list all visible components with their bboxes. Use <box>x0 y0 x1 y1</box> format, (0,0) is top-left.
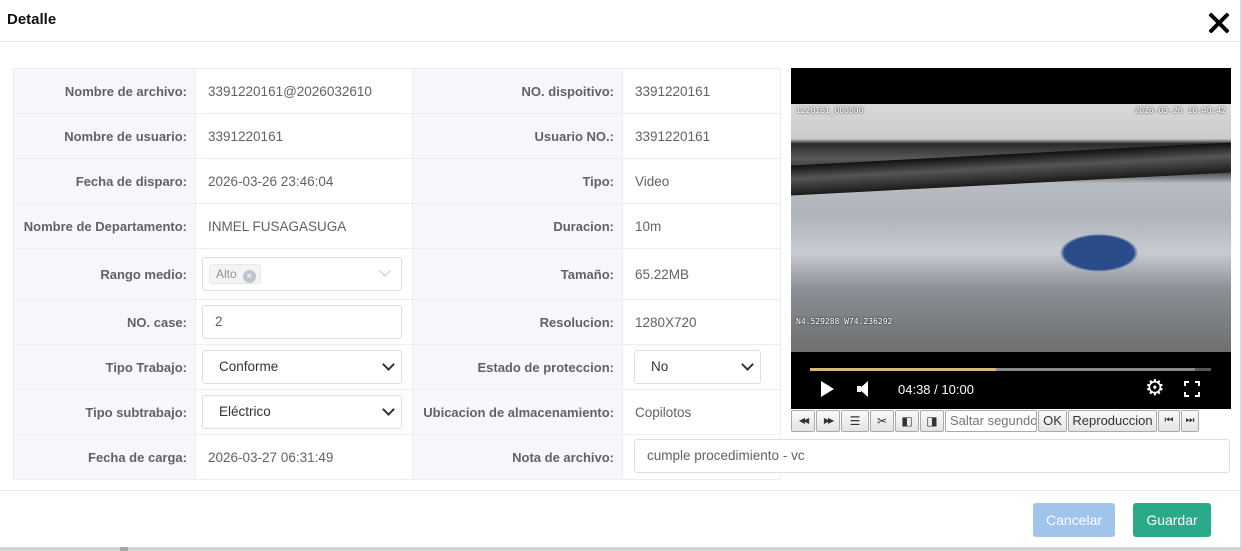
play-icon[interactable] <box>821 381 834 397</box>
skip-start-icon[interactable]: ⏮ <box>1158 409 1180 432</box>
video-frame <box>791 104 1231 352</box>
chevron-down-icon <box>741 358 754 371</box>
case-no-label: NO. case: <box>13 299 196 345</box>
work-subtype-select[interactable]: Eléctrico <box>202 395 402 429</box>
table-row: NO. case: 2 Resolucion: 1280X720 <box>13 299 781 345</box>
dialog-title: Detalle <box>7 11 57 28</box>
cancel-button[interactable]: Cancelar <box>1033 503 1115 537</box>
work-subtype-value: Eléctrico <box>219 404 271 419</box>
video-total-time: 10:00 <box>941 382 974 397</box>
scissors-icon[interactable]: ✂ <box>870 409 894 432</box>
range-tag: Alto × <box>209 264 261 284</box>
case-no-cell: 2 <box>195 299 413 345</box>
work-type-cell: Conforme <box>195 344 413 390</box>
type-label: Tipo: <box>412 158 623 204</box>
save-button[interactable]: Guardar <box>1133 503 1211 537</box>
video-osd-coordinates: N4.529288 W74.236292 <box>796 317 893 326</box>
protection-select[interactable]: No <box>634 350 761 384</box>
chevron-down-icon <box>379 265 391 277</box>
user-name-label: Nombre de usuario: <box>13 113 196 159</box>
user-no-value: 3391220161 <box>622 113 781 159</box>
protection-value: No <box>651 359 669 374</box>
video-current-time: 04:38 <box>898 382 931 397</box>
fullscreen-corner <box>1184 381 1189 386</box>
size-value: 65.22MB <box>622 248 781 300</box>
tag-close-icon[interactable]: × <box>242 270 256 283</box>
note-input[interactable]: cumple procedimiento - vc <box>634 439 1230 473</box>
size-label: Tamaño: <box>412 248 623 300</box>
dialog-header: Detalle <box>0 0 1240 42</box>
protection-label: Estado de proteccion: <box>412 344 623 390</box>
fast-forward-icon[interactable]: ▶▶ <box>816 409 840 432</box>
protection-cell: No <box>622 344 781 390</box>
seek-seconds-input[interactable]: Saltar segundos <box>945 409 1037 432</box>
trigger-date-label: Fecha de disparo: <box>13 158 196 204</box>
department-value: INMEL FUSAGASUGA <box>195 203 413 249</box>
next-frame-icon[interactable]: ◨ <box>920 409 944 432</box>
range-select[interactable]: Alto × <box>202 257 402 291</box>
file-name-value: 3391220161@2026032610 <box>195 68 413 114</box>
table-row: Rango medio: Alto × Tamaño: 65.22MB <box>13 248 781 300</box>
table-row: Fecha de disparo: 2026-03-26 23:46:04 Ti… <box>13 158 781 204</box>
case-no-input[interactable]: 2 <box>202 305 402 339</box>
volume-icon[interactable] <box>857 381 871 397</box>
work-type-value: Conforme <box>219 359 279 374</box>
resolution-label: Resolucion: <box>412 299 623 345</box>
playback-button[interactable]: Reproduccion <box>1068 409 1157 432</box>
table-row: Nombre de Departamento: INMEL FUSAGASUGA… <box>13 203 781 249</box>
rewind-icon[interactable]: ◀◀ <box>791 409 815 432</box>
work-type-select[interactable]: Conforme <box>202 350 402 384</box>
video-time-separator: / <box>930 382 942 397</box>
type-value: Video <box>622 158 781 204</box>
file-name-label: Nombre de archivo: <box>13 68 196 114</box>
device-no-value: 3391220161 <box>622 68 781 114</box>
work-subtype-cell: Eléctrico <box>195 389 413 435</box>
table-row: Tipo subtrabajo: Eléctrico Ubicacion de … <box>13 389 781 435</box>
ok-button[interactable]: OK <box>1038 409 1067 432</box>
playback-toolbar: ◀◀ ▶▶ ☰ ✂ ◧ ◨ Saltar segundos OK Reprodu… <box>791 409 1231 432</box>
user-name-value: 3391220161 <box>195 113 413 159</box>
video-time-display: 04:38 / 10:00 <box>898 382 974 397</box>
close-icon[interactable] <box>1205 9 1233 37</box>
table-row: Tipo Trabajo: Conforme Estado de protecc… <box>13 344 781 390</box>
detail-table: Nombre de archivo: 3391220161@2026032610… <box>13 68 781 480</box>
note-label: Nota de archivo: <box>412 434 623 480</box>
upload-date-value: 2026-03-27 06:31:49 <box>195 434 413 480</box>
dialog-footer: Cancelar Guardar <box>0 490 1240 547</box>
chevron-down-icon <box>382 358 395 371</box>
video-osd-device: 1220161_000000 <box>796 106 864 115</box>
trigger-date-value: 2026-03-26 23:46:04 <box>195 158 413 204</box>
video-progress-played <box>810 368 996 371</box>
skip-end-icon[interactable]: ⏭ <box>1181 409 1199 432</box>
range-tag-label: Alto <box>216 267 237 281</box>
gear-icon[interactable]: ⚙ <box>1145 376 1165 400</box>
duration-value: 10m <box>622 203 781 249</box>
range-cell: Alto × <box>195 248 413 300</box>
fullscreen-corner <box>1195 392 1200 397</box>
work-type-label: Tipo Trabajo: <box>13 344 196 390</box>
table-row: Nombre de archivo: 3391220161@2026032610… <box>13 68 781 114</box>
fullscreen-corner <box>1184 392 1189 397</box>
video-osd-timestamp: 2026-03-26 10:40:42 <box>1134 106 1226 115</box>
chevron-down-icon <box>382 403 395 416</box>
range-label: Rango medio: <box>13 248 196 300</box>
user-no-label: Usuario NO.: <box>412 113 623 159</box>
table-row: Nombre de usuario: 3391220161 Usuario NO… <box>13 113 781 159</box>
upload-date-label: Fecha de carga: <box>13 434 196 480</box>
storage-value: Copilotos <box>622 389 781 435</box>
resolution-value: 1280X720 <box>622 299 781 345</box>
fullscreen-corner <box>1195 381 1200 386</box>
duration-label: Duracion: <box>412 203 623 249</box>
background-page-edge <box>0 547 1242 551</box>
video-player[interactable]: 1220161_000000 2026-03-26 10:40:42 N4.52… <box>791 68 1231 409</box>
video-cable-shape <box>791 141 1231 197</box>
fullscreen-icon[interactable] <box>1184 381 1200 397</box>
storage-label: Ubicacion de almacenamiento: <box>412 389 623 435</box>
video-progress-bar[interactable] <box>810 368 1211 371</box>
previous-frame-icon[interactable]: ◧ <box>895 409 919 432</box>
department-label: Nombre de Departamento: <box>13 203 196 249</box>
device-no-label: NO. dispoitivo: <box>412 68 623 114</box>
list-icon[interactable]: ☰ <box>841 409 869 432</box>
work-subtype-label: Tipo subtrabajo: <box>13 389 196 435</box>
